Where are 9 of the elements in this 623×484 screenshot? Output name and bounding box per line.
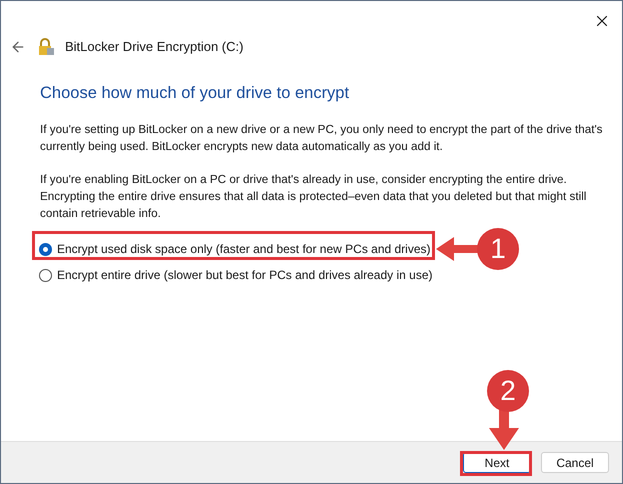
cancel-button[interactable]: Cancel (541, 452, 609, 473)
page-heading: Choose how much of your drive to encrypt (40, 82, 350, 104)
window-title: BitLocker Drive Encryption (C:) (65, 38, 244, 56)
radio-option[interactable]: Encrypt entire drive (slower but best for PCs and drives already in use) (39, 266, 432, 284)
description-text: If you're setting up BitLocker on a new drive or a new PC, you only need to encrypt the part of the drive that's currently being used. BitLocker encrypts new data automatically as you add it. (40, 122, 604, 156)
step-marker: 2 (487, 370, 529, 412)
radio-option[interactable]: Encrypt used disk space only (faster and best for new PCs and drives) (39, 240, 431, 258)
description-text: If you're enabling BitLocker on a PC or drive that's already in use, consider encrypting the entire drive. Encrypting the entire drive ensures that all data is protected–even data that you deleted but that might still contain retrievable info. (40, 172, 588, 222)
step-marker: 1 (477, 228, 519, 270)
